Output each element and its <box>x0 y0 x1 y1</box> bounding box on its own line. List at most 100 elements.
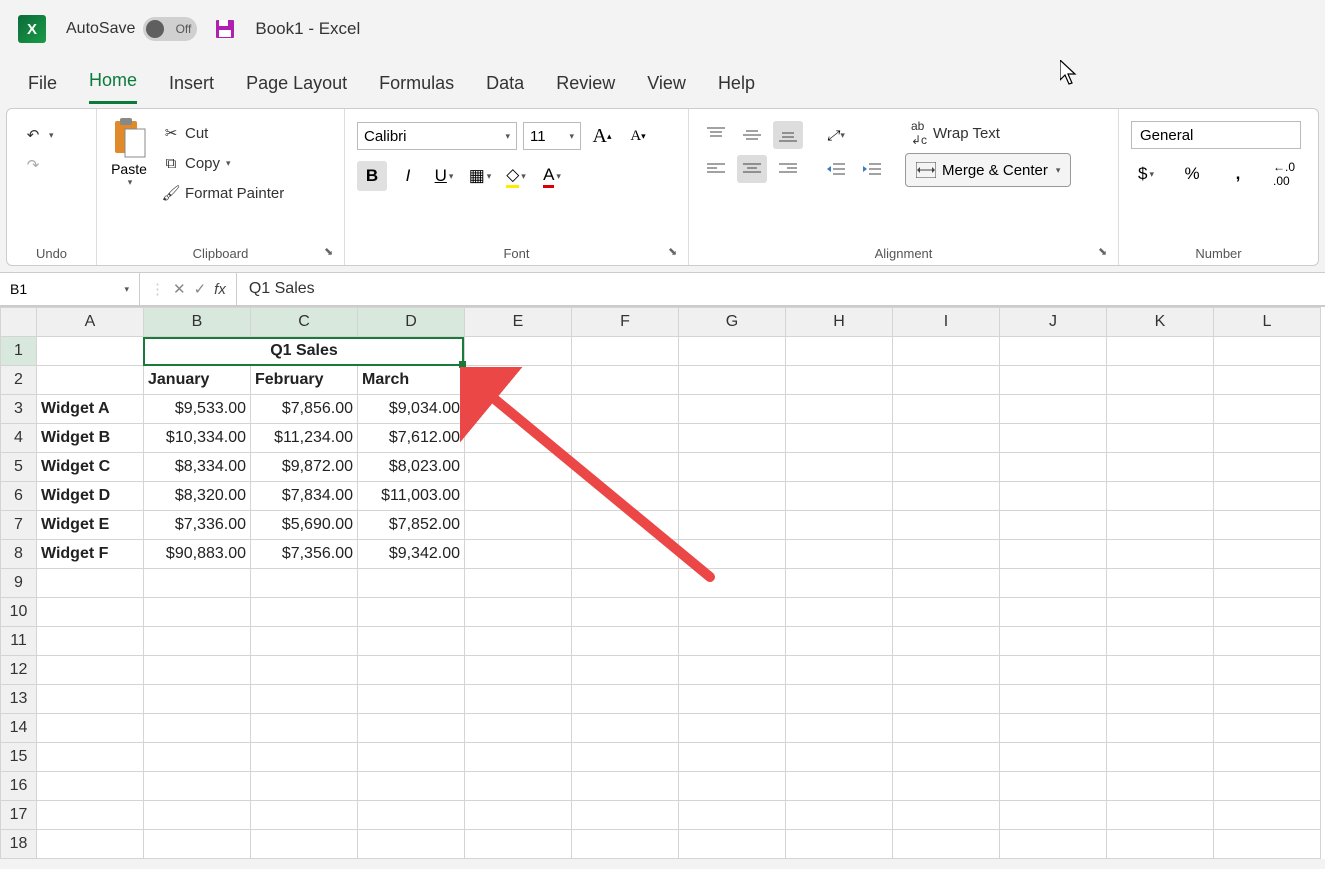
cell-K7[interactable] <box>1107 511 1214 540</box>
cell-C10[interactable] <box>251 598 358 627</box>
cell-L7[interactable] <box>1214 511 1321 540</box>
cell-A8[interactable]: Widget F <box>37 540 144 569</box>
row-header-4[interactable]: 4 <box>1 424 37 453</box>
cell-H15[interactable] <box>786 743 893 772</box>
cell-H1[interactable] <box>786 337 893 366</box>
cell-J4[interactable] <box>1000 424 1107 453</box>
cell-H16[interactable] <box>786 772 893 801</box>
tab-insert[interactable]: Insert <box>169 73 214 104</box>
cell-C6[interactable]: $7,834.00 <box>251 482 358 511</box>
cell-J15[interactable] <box>1000 743 1107 772</box>
cell-E1[interactable] <box>465 337 572 366</box>
cell-D12[interactable] <box>358 656 465 685</box>
cell-B17[interactable] <box>144 801 251 830</box>
cell-B14[interactable] <box>144 714 251 743</box>
cell-E10[interactable] <box>465 598 572 627</box>
cell-L8[interactable] <box>1214 540 1321 569</box>
cell-K2[interactable] <box>1107 366 1214 395</box>
align-top-button[interactable] <box>701 121 731 149</box>
align-center-button[interactable] <box>737 155 767 183</box>
cell-B3[interactable]: $9,533.00 <box>144 395 251 424</box>
cell-I4[interactable] <box>893 424 1000 453</box>
row-header-12[interactable]: 12 <box>1 656 37 685</box>
cell-L5[interactable] <box>1214 453 1321 482</box>
cell-C9[interactable] <box>251 569 358 598</box>
row-header-2[interactable]: 2 <box>1 366 37 395</box>
cell-D2[interactable]: March <box>358 366 465 395</box>
row-header-10[interactable]: 10 <box>1 598 37 627</box>
font-dialog-launcher[interactable]: ⬊ <box>668 245 682 259</box>
cell-G8[interactable] <box>679 540 786 569</box>
cell-K14[interactable] <box>1107 714 1214 743</box>
tab-data[interactable]: Data <box>486 73 524 104</box>
cell-L14[interactable] <box>1214 714 1321 743</box>
align-left-button[interactable] <box>701 155 731 183</box>
cell-H13[interactable] <box>786 685 893 714</box>
row-header-5[interactable]: 5 <box>1 453 37 482</box>
cell-I14[interactable] <box>893 714 1000 743</box>
cell-F6[interactable] <box>572 482 679 511</box>
fx-button[interactable]: fx <box>214 281 226 298</box>
tab-help[interactable]: Help <box>718 73 755 104</box>
cell-K11[interactable] <box>1107 627 1214 656</box>
cell-B18[interactable] <box>144 830 251 859</box>
col-header-D[interactable]: D <box>358 308 465 337</box>
cell-E18[interactable] <box>465 830 572 859</box>
cell-C12[interactable] <box>251 656 358 685</box>
cell-D13[interactable] <box>358 685 465 714</box>
cell-G9[interactable] <box>679 569 786 598</box>
increase-font-button[interactable]: A▴ <box>587 121 617 151</box>
cell-J18[interactable] <box>1000 830 1107 859</box>
bold-button[interactable]: B <box>357 161 387 191</box>
cell-K9[interactable] <box>1107 569 1214 598</box>
cell-F8[interactable] <box>572 540 679 569</box>
font-color-button[interactable]: A▾ <box>537 161 567 191</box>
cell-F2[interactable] <box>572 366 679 395</box>
cell-F11[interactable] <box>572 627 679 656</box>
cell-E4[interactable] <box>465 424 572 453</box>
cell-D18[interactable] <box>358 830 465 859</box>
cell-H17[interactable] <box>786 801 893 830</box>
cell-K4[interactable] <box>1107 424 1214 453</box>
cell-G10[interactable] <box>679 598 786 627</box>
cell-L11[interactable] <box>1214 627 1321 656</box>
cell-A7[interactable]: Widget E <box>37 511 144 540</box>
name-box[interactable]: B1▾ <box>0 273 140 305</box>
cell-B12[interactable] <box>144 656 251 685</box>
cell-C5[interactable]: $9,872.00 <box>251 453 358 482</box>
cell-J2[interactable] <box>1000 366 1107 395</box>
cell-E9[interactable] <box>465 569 572 598</box>
cell-B15[interactable] <box>144 743 251 772</box>
cell-K8[interactable] <box>1107 540 1214 569</box>
cell-G4[interactable] <box>679 424 786 453</box>
cell-L9[interactable] <box>1214 569 1321 598</box>
cell-H2[interactable] <box>786 366 893 395</box>
col-header-B[interactable]: B <box>144 308 251 337</box>
cell-J10[interactable] <box>1000 598 1107 627</box>
underline-button[interactable]: U▾ <box>429 161 459 191</box>
cell-E6[interactable] <box>465 482 572 511</box>
row-header-13[interactable]: 13 <box>1 685 37 714</box>
cell-G16[interactable] <box>679 772 786 801</box>
tab-file[interactable]: File <box>28 73 57 104</box>
cell-I9[interactable] <box>893 569 1000 598</box>
cell-A4[interactable]: Widget B <box>37 424 144 453</box>
row-header-11[interactable]: 11 <box>1 627 37 656</box>
col-header-K[interactable]: K <box>1107 308 1214 337</box>
cell-E16[interactable] <box>465 772 572 801</box>
cell-A12[interactable] <box>37 656 144 685</box>
cell-F5[interactable] <box>572 453 679 482</box>
cell-B4[interactable]: $10,334.00 <box>144 424 251 453</box>
cell-A3[interactable]: Widget A <box>37 395 144 424</box>
clipboard-dialog-launcher[interactable]: ⬊ <box>324 245 338 259</box>
cell-C8[interactable]: $7,356.00 <box>251 540 358 569</box>
cell-J9[interactable] <box>1000 569 1107 598</box>
cell-K15[interactable] <box>1107 743 1214 772</box>
cell-A10[interactable] <box>37 598 144 627</box>
cell-A9[interactable] <box>37 569 144 598</box>
cell-D5[interactable]: $8,023.00 <box>358 453 465 482</box>
cell-K13[interactable] <box>1107 685 1214 714</box>
grid-table[interactable]: ABCDEFGHIJKL1Q1 Sales2JanuaryFebruaryMar… <box>0 307 1321 859</box>
cell-L2[interactable] <box>1214 366 1321 395</box>
cell-C2[interactable]: February <box>251 366 358 395</box>
